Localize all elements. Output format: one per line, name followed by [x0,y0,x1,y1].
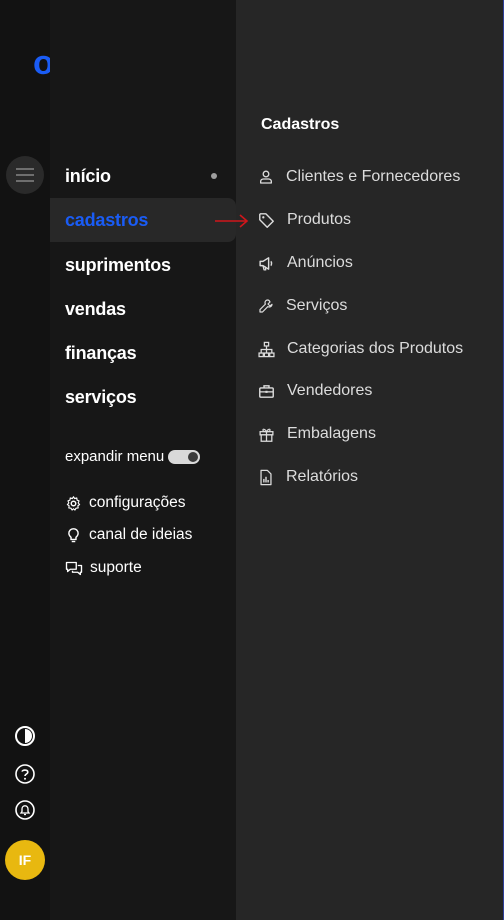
sitemap-icon [258,341,275,357]
annotation-arrow-icon [215,214,249,228]
user-avatar[interactable]: IF [5,840,45,880]
cadastros-submenu-panel: Cadastros Clientes e Fornecedores Produt… [236,0,503,920]
notification-dot [211,173,217,179]
menu-item-label: vendas [65,298,126,319]
menu-item-vendas[interactable]: vendas [50,287,236,331]
menu-item-financas[interactable]: finanças [50,331,236,375]
help-button[interactable] [13,762,37,786]
submenu-item-label: Vendedores [287,382,373,399]
submenu-item-label: Anúncios [287,254,353,271]
bell-icon [15,800,35,820]
gear-icon [66,495,81,511]
help-icon [15,764,35,784]
expand-menu-label: expandir menu [65,448,165,465]
hamburger-icon [16,168,34,182]
wrench-icon [259,299,273,313]
menu-item-servicos[interactable]: serviços [50,375,236,419]
megaphone-icon [259,256,273,271]
contrast-toggle-button[interactable] [13,724,37,748]
notifications-button[interactable] [13,798,37,822]
submenu-item-label: Serviços [286,297,348,314]
submenu-item-label: Categorias dos Produtos [287,340,464,357]
submenu-item-embalagens[interactable]: Embalagens [258,419,498,449]
submenu-item-label: Clientes e Fornecedores [286,168,461,185]
menu-item-suprimentos[interactable]: suprimentos [50,243,236,287]
gift-icon [259,428,274,442]
menu-item-label: serviços [65,386,137,407]
submenu-item-produtos[interactable]: Produtos [258,205,498,235]
menu-item-cadastros[interactable]: cadastros [50,198,236,242]
toggle-knob [188,451,199,462]
submenu-item-anuncios[interactable]: Anúncios [258,248,498,278]
submenu-item-servicos[interactable]: Serviços [258,291,498,321]
briefcase-icon [259,384,274,398]
submenu-item-vendedores[interactable]: Vendedores [258,376,498,406]
menu-item-label: suprimentos [65,254,171,275]
menu-item-label: finanças [65,342,137,363]
menu-item-inicio[interactable]: início [50,154,236,198]
icon-rail: IF [0,0,50,920]
submenu-item-label: Relatórios [286,468,359,485]
expand-menu-toggle[interactable] [168,449,201,464]
support-link[interactable]: suporte [65,559,142,577]
lightbulb-icon [68,527,79,542]
settings-link[interactable]: configurações [65,494,186,512]
contrast-icon [15,726,35,746]
submenu-item-label: Embalagens [287,425,376,442]
expand-menu-control[interactable]: expandir menu [65,448,201,465]
user-icon [260,170,272,184]
report-icon [260,469,272,485]
submenu-item-categorias[interactable]: Categorias dos Produtos [258,334,498,364]
ideas-channel-label: canal de ideias [89,526,193,543]
submenu-item-clientes-fornecedores[interactable]: Clientes e Fornecedores [258,162,498,192]
settings-label: configurações [89,494,186,511]
hamburger-menu-button[interactable] [6,156,44,194]
ideas-channel-link[interactable]: canal de ideias [65,526,192,544]
menu-item-label: cadastros [65,209,149,230]
submenu-title: Cadastros [261,116,340,133]
menu-item-label: início [65,165,111,186]
chat-icon [65,561,83,575]
support-label: suporte [90,559,142,576]
submenu-item-relatorios[interactable]: Relatórios [258,462,498,492]
submenu-item-label: Produtos [287,211,352,228]
tag-icon [259,212,274,228]
